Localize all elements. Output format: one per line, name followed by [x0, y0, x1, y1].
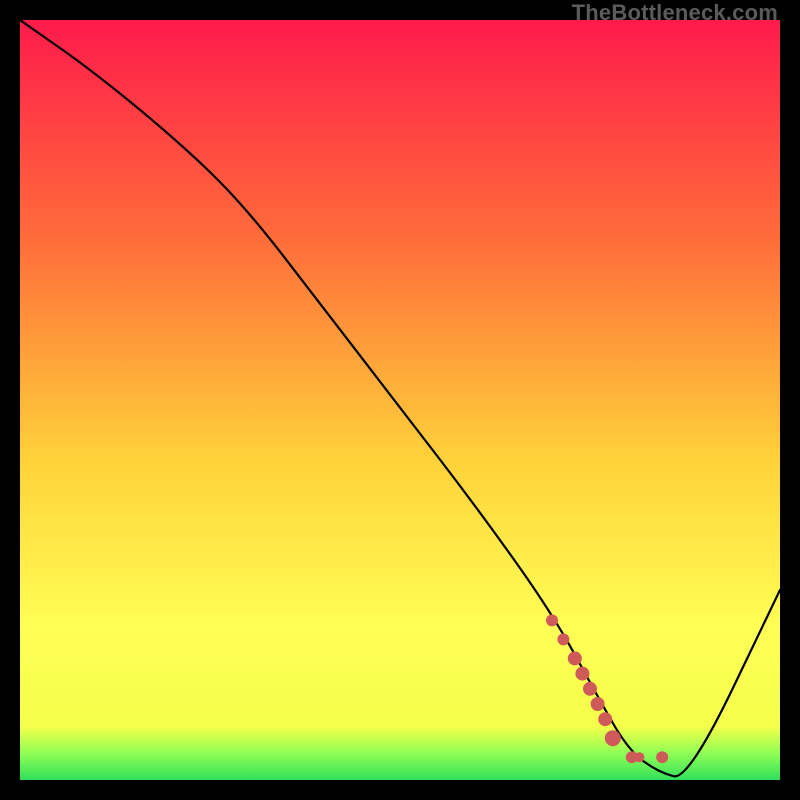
highlight-dot — [656, 751, 668, 763]
chart-svg — [20, 20, 780, 780]
highlight-dot — [568, 651, 582, 665]
watermark-text: TheBottleneck.com — [572, 0, 778, 26]
highlight-dot — [583, 682, 597, 696]
highlight-dot — [598, 712, 612, 726]
highlight-dot — [546, 614, 558, 626]
highlight-dot — [575, 667, 589, 681]
highlight-dot — [605, 730, 621, 746]
highlight-dot — [591, 697, 605, 711]
highlight-dot — [557, 633, 569, 645]
gradient-background — [20, 20, 780, 780]
highlight-dot — [634, 752, 644, 762]
